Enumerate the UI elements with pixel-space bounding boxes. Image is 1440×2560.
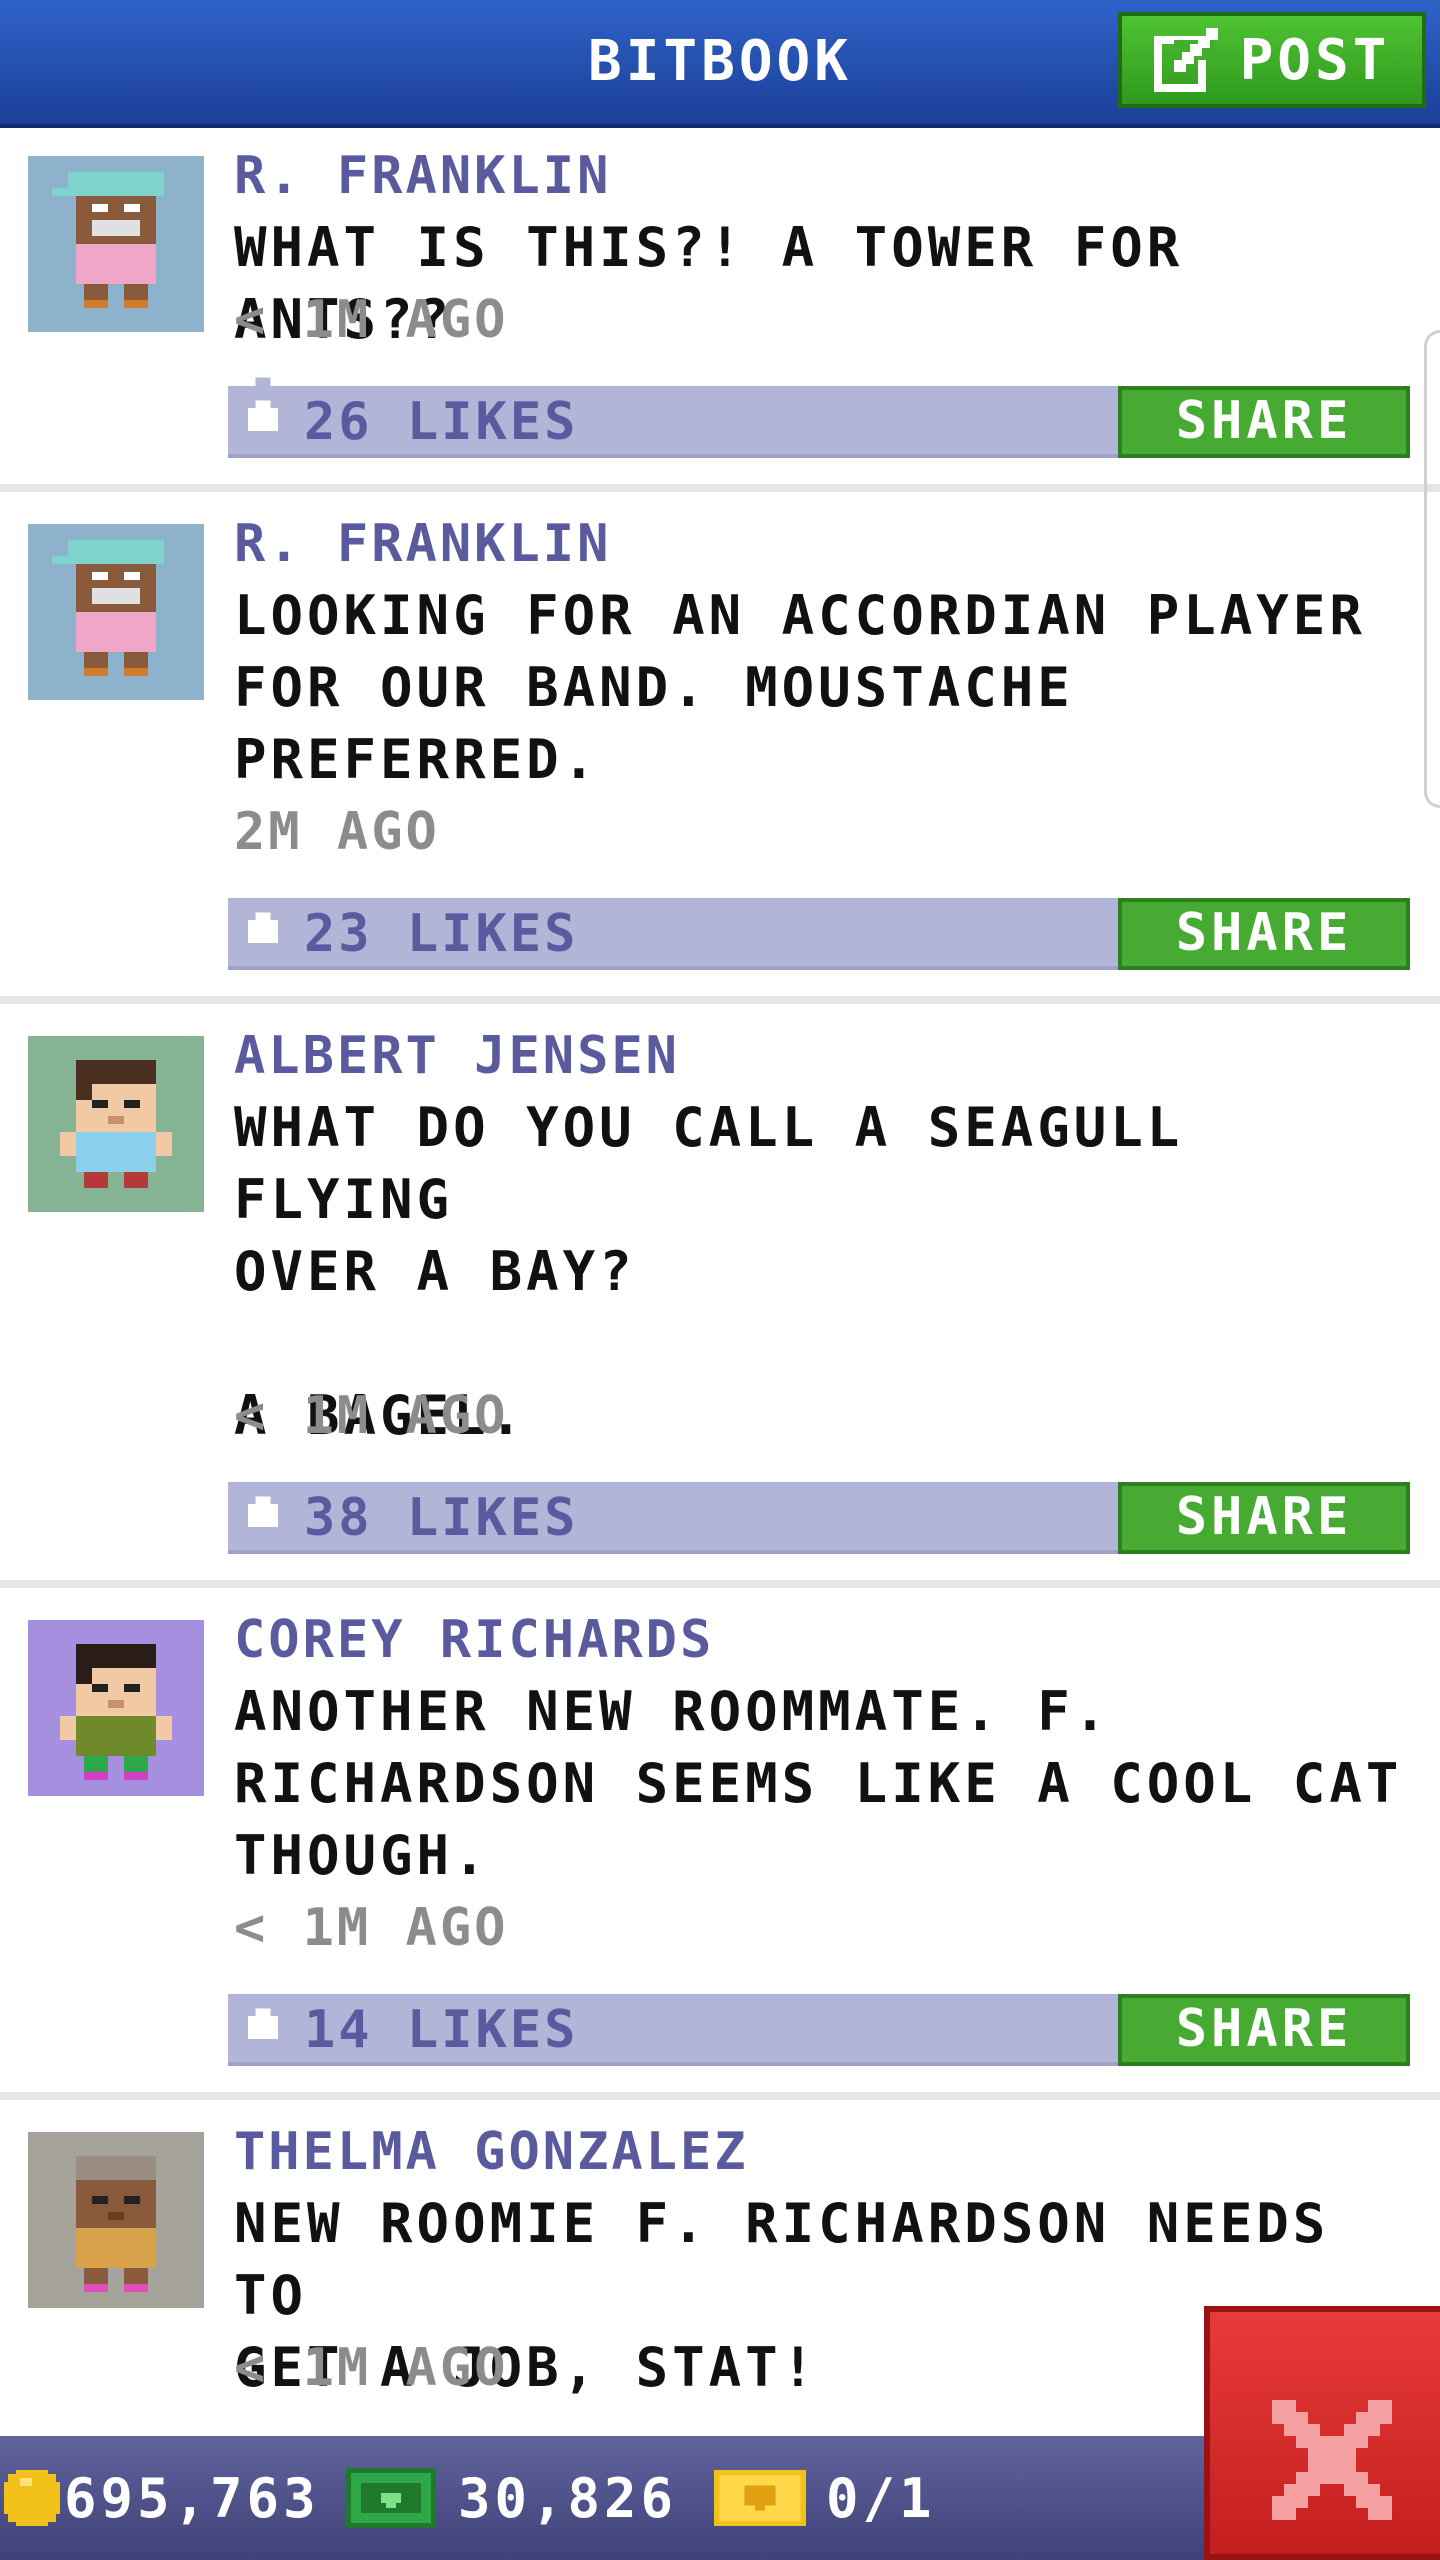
likes-bar: 38 LIKES SHARE [228, 1466, 1410, 1554]
avatar [28, 1620, 204, 1796]
post-button[interactable]: POST [1118, 12, 1426, 108]
share-button[interactable]: SHARE [1118, 1994, 1410, 2066]
likes-count: 14 LIKES [304, 2000, 579, 2060]
header-bar: BITBOOK POST [0, 0, 1440, 128]
post-divider [0, 1580, 1440, 1588]
share-button[interactable]: SHARE [1118, 1482, 1410, 1554]
tickets-stat: 0/1 [714, 2436, 936, 2560]
likes-count: 26 LIKES [304, 392, 579, 452]
likes-bar: 23 LIKES SHARE [228, 882, 1410, 970]
post-author[interactable]: COREY RICHARDS [234, 1610, 714, 1670]
thumbs-up-icon [247, 1978, 279, 2039]
coins-stat: 695,763 [4, 2436, 320, 2560]
post-divider [0, 2092, 1440, 2100]
bux-value: 30,826 [458, 2466, 678, 2530]
thumbs-up-icon [247, 1466, 279, 1527]
edit-icon [1153, 28, 1218, 92]
avatar [28, 1036, 204, 1212]
golden-ticket-icon [714, 2470, 806, 2526]
post-message: ANOTHER NEW ROOMMATE. F. RICHARDSON SEEM… [234, 1680, 1403, 1887]
post-button-label: POST [1239, 27, 1391, 93]
share-button[interactable]: SHARE [1118, 386, 1410, 458]
tickets-value: 0/1 [826, 2466, 936, 2530]
likes-count: 38 LIKES [304, 1488, 579, 1548]
avatar [28, 156, 204, 332]
post-time: < 1M AGO [234, 1386, 509, 1446]
post-time: < 1M AGO [234, 2338, 509, 2398]
post-message: LOOKING FOR AN ACCORDIAN PLAYER FOR OUR … [234, 584, 1366, 791]
post-author[interactable]: ALBERT JENSEN [234, 1026, 680, 1086]
likes-count: 23 LIKES [304, 904, 579, 964]
coins-value: 695,763 [64, 2466, 320, 2530]
thumbs-up-icon [247, 370, 279, 431]
scrollbar[interactable] [1424, 330, 1440, 808]
post-divider [0, 996, 1440, 1004]
post-divider [0, 484, 1440, 492]
post-time: < 1M AGO [234, 1898, 509, 1958]
likes-bar: 26 LIKES SHARE [228, 370, 1410, 458]
coin-icon [4, 2470, 60, 2526]
post-author[interactable]: THELMA GONZALEZ [234, 2122, 749, 2182]
post-author[interactable]: R. FRANKLIN [234, 514, 611, 574]
post-time: 2M AGO [234, 802, 440, 862]
close-button[interactable] [1204, 2306, 1440, 2560]
avatar [28, 2132, 204, 2308]
thumbs-up-icon [247, 882, 279, 943]
share-button[interactable]: SHARE [1118, 898, 1410, 970]
post-time: < 1M AGO [234, 290, 509, 350]
close-icon [1272, 2400, 1392, 2520]
bux-icon [346, 2468, 436, 2528]
likes-bar: 14 LIKES SHARE [228, 1978, 1410, 2066]
bux-stat: 30,826 [346, 2436, 677, 2560]
post-author[interactable]: R. FRANKLIN [234, 146, 611, 206]
avatar [28, 524, 204, 700]
